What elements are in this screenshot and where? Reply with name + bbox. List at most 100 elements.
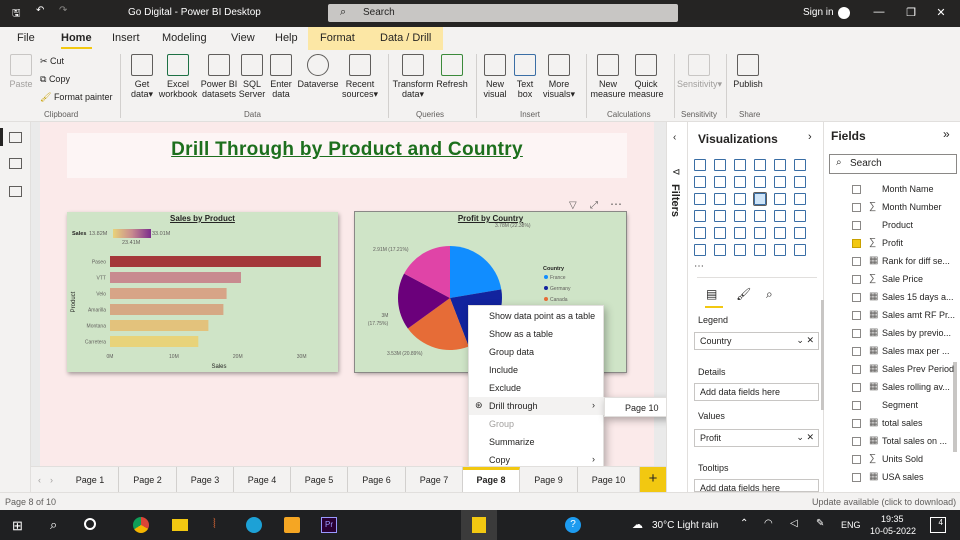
page-tab[interactable]: Page 9 — [520, 467, 578, 492]
tab-modeling[interactable]: Modeling — [162, 32, 207, 44]
filters-pane[interactable]: ‹ ⊲ Filters — [666, 122, 688, 492]
field-item[interactable]: ▦ Sales by previo... — [830, 327, 951, 342]
cut-button[interactable]: ✂ Cut — [40, 56, 64, 67]
notifications-icon[interactable]: 4 — [930, 517, 946, 533]
100-column-visual-icon[interactable] — [794, 159, 806, 171]
field-checkbox[interactable] — [852, 311, 861, 320]
get-data-button[interactable]: Get data▾ — [127, 54, 157, 99]
line-stacked-visual-icon[interactable] — [774, 176, 786, 188]
field-item[interactable]: ▦ Sales Prev Period — [830, 363, 954, 378]
funnel-visual-icon[interactable] — [714, 193, 726, 205]
field-checkbox[interactable] — [852, 473, 861, 482]
card-visual-icon[interactable] — [754, 210, 766, 222]
field-chevron-close-icon[interactable]: ⌄ ✕ — [796, 432, 814, 443]
update-link[interactable]: Update available (click to download) — [812, 497, 956, 507]
stacked-bar-visual-icon[interactable] — [694, 159, 706, 171]
slicer-visual-icon[interactable] — [694, 227, 706, 239]
ribbon-visual-icon[interactable] — [794, 176, 806, 188]
field-checkbox[interactable] — [852, 293, 861, 302]
kpi-visual-icon[interactable] — [794, 210, 806, 222]
scrollbar[interactable] — [953, 362, 957, 452]
search-input[interactable]: ⌕ Search — [328, 4, 678, 22]
paginated-visual-icon[interactable] — [754, 244, 766, 256]
power-automate-visual-icon[interactable] — [794, 244, 806, 256]
edge-icon[interactable] — [246, 517, 262, 533]
field-checkbox[interactable] — [852, 437, 861, 446]
legend-well-field[interactable]: Country ⌄ ✕ — [694, 332, 819, 350]
gauge-visual-icon[interactable] — [734, 210, 746, 222]
field-checkbox[interactable] — [852, 221, 861, 230]
area-visual-icon[interactable] — [714, 176, 726, 188]
treemap-visual-icon[interactable] — [794, 193, 806, 205]
tab-insert[interactable]: Insert — [112, 32, 140, 44]
field-item[interactable]: ∑ Sale Price — [830, 273, 950, 288]
minimize-icon[interactable]: — — [871, 6, 887, 18]
field-checkbox[interactable] — [852, 239, 861, 248]
field-item[interactable]: ▦ Rank for diff se... — [830, 255, 950, 270]
chevron-left-icon[interactable]: ‹ — [673, 132, 676, 143]
field-item[interactable]: Product — [830, 220, 950, 234]
tooltips-well-drop[interactable]: Add data fields here — [694, 479, 819, 492]
filled-map-visual-icon[interactable] — [714, 210, 726, 222]
transform-button[interactable]: Transform data▾ — [392, 54, 434, 99]
page-tab[interactable]: Page 5 — [291, 467, 348, 492]
undo-icon[interactable]: ↶ — [36, 5, 44, 16]
sublime-icon[interactable] — [284, 517, 300, 533]
collapse-icon[interactable]: » — [943, 127, 950, 141]
data-view-icon[interactable] — [9, 158, 22, 169]
matrix-visual-icon[interactable] — [734, 227, 746, 239]
save-icon[interactable]: 🖫 — [12, 6, 21, 23]
signin-link[interactable]: Sign in — [803, 7, 834, 18]
r-visual-visual-icon[interactable] — [754, 227, 766, 239]
100-bar-visual-icon[interactable] — [774, 159, 786, 171]
field-item[interactable]: ▦ USA sales — [830, 471, 950, 486]
field-item[interactable]: ▦ Sales max per ... — [830, 345, 950, 360]
clock-time[interactable]: 19:35 — [881, 514, 904, 524]
page-tab[interactable]: Page 6 — [348, 467, 406, 492]
donut-visual-icon[interactable] — [774, 193, 786, 205]
field-checkbox[interactable] — [852, 185, 861, 194]
datasets-button[interactable]: Power BI datasets — [200, 54, 238, 99]
pen-icon[interactable]: ✎ — [816, 518, 824, 529]
help-icon[interactable]: ? — [565, 517, 581, 533]
page-tab[interactable]: Page 3 — [177, 467, 234, 492]
publish-button[interactable]: Publish — [731, 54, 765, 89]
field-item[interactable]: ▦ total sales — [830, 417, 950, 432]
field-item[interactable]: Segment — [830, 400, 950, 414]
field-checkbox[interactable] — [852, 455, 861, 464]
scatter-visual-icon[interactable] — [734, 193, 746, 205]
narrative-visual-icon[interactable] — [734, 244, 746, 256]
format-painter-button[interactable]: 🖌 Format painter — [40, 92, 112, 103]
menu-drill-through[interactable]: ⊛ Drill through › — [469, 397, 605, 415]
power-apps-visual-icon[interactable] — [774, 244, 786, 256]
line-column-visual-icon[interactable] — [754, 176, 766, 188]
jupyter-icon[interactable]: ⦚ — [213, 516, 216, 532]
field-item[interactable]: ∑ Profit — [830, 237, 950, 252]
stacked-area-visual-icon[interactable] — [734, 176, 746, 188]
dataverse-button[interactable]: Dataverse — [296, 54, 340, 89]
field-checkbox[interactable] — [852, 257, 861, 266]
fields-search-input[interactable]: ⌕ Search — [829, 154, 957, 174]
field-chevron-close-icon[interactable]: ⌄ ✕ — [796, 335, 814, 346]
sensitivity-button[interactable]: Sensitivity▾ — [677, 54, 722, 89]
tab-format[interactable]: Format — [320, 32, 355, 44]
bar-chart-visual[interactable]: Sales by Product Sales 13.82M 33.01M 23.41M… — [67, 212, 338, 372]
enter-data-button[interactable]: Enter data — [267, 54, 295, 99]
report-view-icon[interactable] — [9, 132, 22, 143]
field-item[interactable]: Month Name — [830, 184, 950, 198]
add-page-button[interactable]: + — [640, 467, 666, 492]
chevron-right-icon[interactable]: › — [808, 131, 812, 143]
pie-visual-icon[interactable] — [753, 192, 767, 206]
field-item[interactable]: ∑ Units Sold — [830, 453, 950, 468]
page-tab[interactable]: Page 2 — [119, 467, 177, 492]
field-item[interactable]: ∑ Month Number — [830, 201, 950, 216]
windows-start-icon[interactable]: ⊞ — [12, 518, 23, 534]
page-tab[interactable]: Page 4 — [234, 467, 291, 492]
multi-row-card-visual-icon[interactable] — [774, 210, 786, 222]
prev-page-icon[interactable]: ‹ — [38, 475, 41, 485]
close-icon[interactable]: ✕ — [933, 6, 949, 19]
sql-button[interactable]: SQL Server — [238, 54, 266, 99]
refresh-button[interactable]: Refresh — [435, 54, 469, 89]
table-visual-icon[interactable] — [714, 227, 726, 239]
page-tab[interactable]: Page 1 — [62, 467, 119, 492]
